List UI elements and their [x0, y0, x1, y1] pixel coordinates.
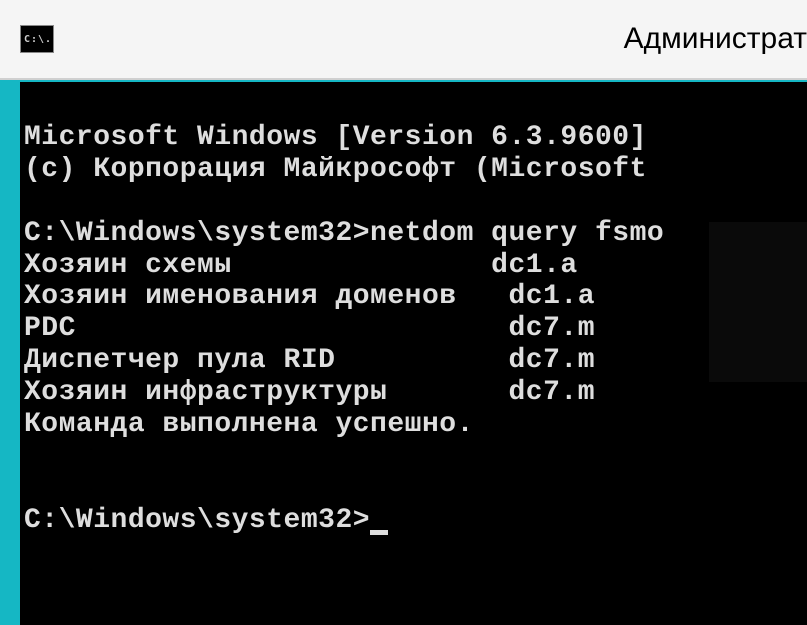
- output-line: Команда выполнена успешно.: [24, 409, 474, 440]
- output-line: C:\Windows\system32>netdom query fsmo: [24, 218, 664, 249]
- output-line: (c) Корпорация Майкрософт (Microsoft: [24, 154, 664, 185]
- output-line: Диспетчер пула RID dc7.m: [24, 345, 595, 376]
- output-line: Хозяин именования доменов dc1.a: [24, 281, 595, 312]
- cursor: [370, 530, 388, 535]
- overlay-box: [709, 222, 807, 382]
- prompt-text: C:\Windows\system32>: [24, 505, 370, 536]
- cmd-icon: C:\.: [20, 25, 54, 53]
- title-bar: C:\. Администрат: [0, 0, 807, 80]
- terminal-output: Microsoft Windows [Version 6.3.9600] (c)…: [24, 90, 807, 569]
- output-line: Microsoft Windows [Version 6.3.9600]: [24, 122, 647, 153]
- window-title: Администрат: [624, 22, 807, 56]
- output-line: Хозяин инфраструктуры dc7.m: [24, 377, 595, 408]
- terminal-window[interactable]: Microsoft Windows [Version 6.3.9600] (c)…: [20, 82, 807, 625]
- prompt-line[interactable]: C:\Windows\system32>: [24, 505, 388, 536]
- output-line: PDC dc7.m: [24, 313, 595, 344]
- output-line: Хозяин схемы dc1.a: [24, 250, 578, 281]
